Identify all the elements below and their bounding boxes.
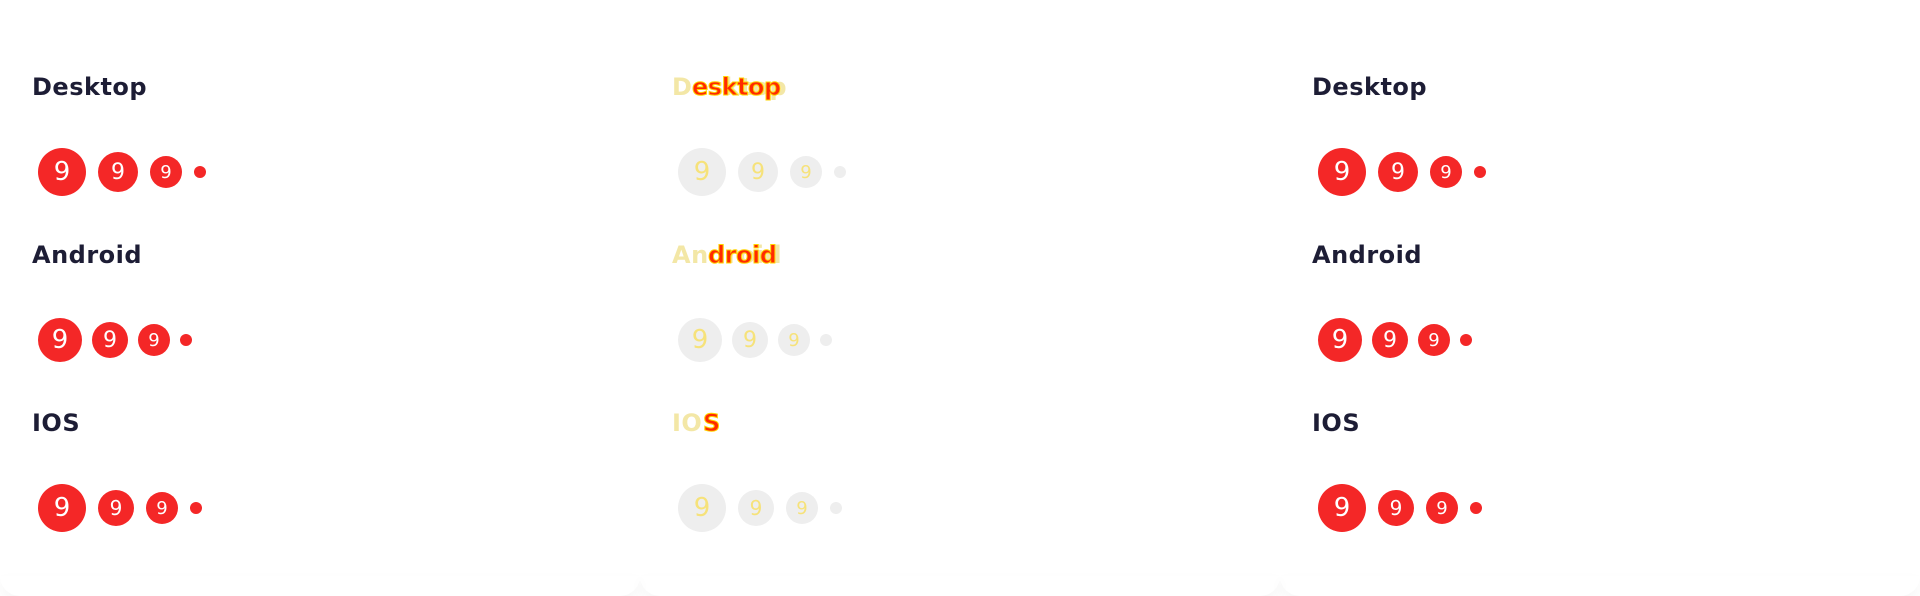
badge-medium: 9 bbox=[738, 152, 778, 192]
section-title: Desktop bbox=[1312, 73, 1428, 101]
badge-large: 9 bbox=[678, 484, 726, 532]
section-desktop: Desktop 9 9 9 bbox=[0, 70, 640, 238]
badge-dot bbox=[820, 334, 832, 346]
section-android: Android 9 9 9 bbox=[1280, 238, 1920, 406]
badge-large: 9 bbox=[678, 318, 722, 362]
section-title: Desktop esktop bbox=[672, 70, 787, 104]
badge-large: 9 bbox=[1318, 318, 1362, 362]
badge-dot bbox=[180, 334, 192, 346]
badge-row: 9 9 9 bbox=[1318, 316, 1472, 364]
badge-row: 9 9 9 bbox=[38, 316, 192, 364]
section-title: Android droid bbox=[672, 238, 782, 272]
badge-dot bbox=[1474, 166, 1486, 178]
badge-row: 9 9 9 bbox=[1318, 484, 1482, 532]
section-title: IOS bbox=[1312, 409, 1361, 437]
badge-medium: 9 bbox=[738, 490, 774, 526]
badge-small: 9 bbox=[786, 492, 818, 524]
card-edge bbox=[0, 576, 640, 596]
badge-dot bbox=[194, 166, 206, 178]
badge-medium: 9 bbox=[1378, 490, 1414, 526]
badge-small: 9 bbox=[138, 324, 170, 356]
badge-small: 9 bbox=[1426, 492, 1458, 524]
badge-dot bbox=[190, 502, 202, 514]
badge-medium: 9 bbox=[92, 322, 128, 358]
badge-medium: 9 bbox=[732, 322, 768, 358]
badge-medium: 9 bbox=[98, 152, 138, 192]
badge-large: 9 bbox=[38, 318, 82, 362]
badge-dot bbox=[830, 502, 842, 514]
section-desktop: Desktop esktop 9 9 9 bbox=[640, 70, 1280, 238]
badge-large: 9 bbox=[1318, 484, 1366, 532]
card-edge bbox=[1280, 576, 1920, 596]
section-title: Android bbox=[1312, 241, 1423, 269]
badge-medium: 9 bbox=[1372, 322, 1408, 358]
badge-row: 9 9 9 bbox=[38, 484, 202, 532]
badge-small: 9 bbox=[150, 156, 182, 188]
section-ios: IOS 9 9 9 bbox=[1280, 406, 1920, 574]
section-title: IOS bbox=[32, 409, 81, 437]
section-desktop: Desktop 9 9 9 bbox=[1280, 70, 1920, 238]
section-title: Android bbox=[32, 241, 143, 269]
badge-row: 9 9 9 bbox=[678, 484, 842, 532]
section-title: Desktop bbox=[32, 73, 148, 101]
section-title-overlay: esktop bbox=[692, 73, 782, 102]
section-title: IOS S bbox=[672, 406, 721, 440]
badge-dot bbox=[834, 166, 846, 178]
section-android: Android droid 9 9 9 bbox=[640, 238, 1280, 406]
badge-large: 9 bbox=[38, 148, 86, 196]
badge-small: 9 bbox=[778, 324, 810, 356]
badge-dot bbox=[1470, 502, 1482, 514]
badge-small: 9 bbox=[790, 156, 822, 188]
badge-large: 9 bbox=[1318, 148, 1366, 196]
badge-column-default-1: Desktop 9 9 9 Android 9 9 9 IOS 9 9 9 bbox=[0, 0, 640, 596]
badge-row: 9 9 9 bbox=[678, 316, 832, 364]
badge-small: 9 bbox=[1418, 324, 1450, 356]
badge-medium: 9 bbox=[98, 490, 134, 526]
badge-dot bbox=[1460, 334, 1472, 346]
badge-row: 9 9 9 bbox=[38, 148, 206, 196]
badge-showcase: Desktop 9 9 9 Android 9 9 9 IOS 9 9 9 De… bbox=[0, 0, 1920, 596]
badge-row: 9 9 9 bbox=[678, 148, 846, 196]
badge-row: 9 9 9 bbox=[1318, 148, 1486, 196]
section-title-overlay: S bbox=[703, 409, 721, 438]
badge-large: 9 bbox=[38, 484, 86, 532]
badge-medium: 9 bbox=[1378, 152, 1418, 192]
section-ios: IOS 9 9 9 bbox=[0, 406, 640, 574]
section-title-overlay: droid bbox=[707, 241, 777, 270]
card-edge bbox=[640, 576, 1280, 596]
badge-column-default-2: Desktop 9 9 9 Android 9 9 9 IOS 9 9 9 bbox=[1280, 0, 1920, 596]
badge-small: 9 bbox=[146, 492, 178, 524]
badge-small: 9 bbox=[1430, 156, 1462, 188]
section-ios: IOS S 9 9 9 bbox=[640, 406, 1280, 574]
badge-large: 9 bbox=[678, 148, 726, 196]
badge-column-disabled: Desktop esktop 9 9 9 Android droid 9 9 9 bbox=[640, 0, 1280, 596]
section-android: Android 9 9 9 bbox=[0, 238, 640, 406]
